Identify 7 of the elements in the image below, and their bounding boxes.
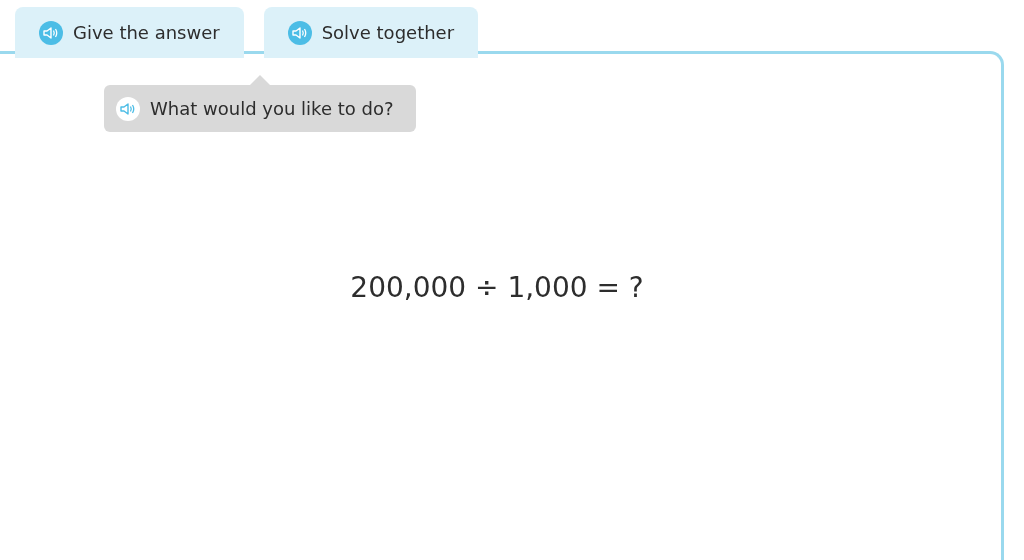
tab[interactable]: Solve together [263, 7, 479, 58]
tab[interactable]: Give the answer [15, 7, 244, 58]
speaker-icon[interactable] [116, 96, 140, 121]
question-text: 200,000 ÷ 1,000 = ? [350, 271, 644, 304]
speaker-icon[interactable] [287, 20, 312, 45]
prompt-text: What would you like to do? [150, 98, 394, 119]
speaker-icon[interactable] [39, 20, 63, 45]
